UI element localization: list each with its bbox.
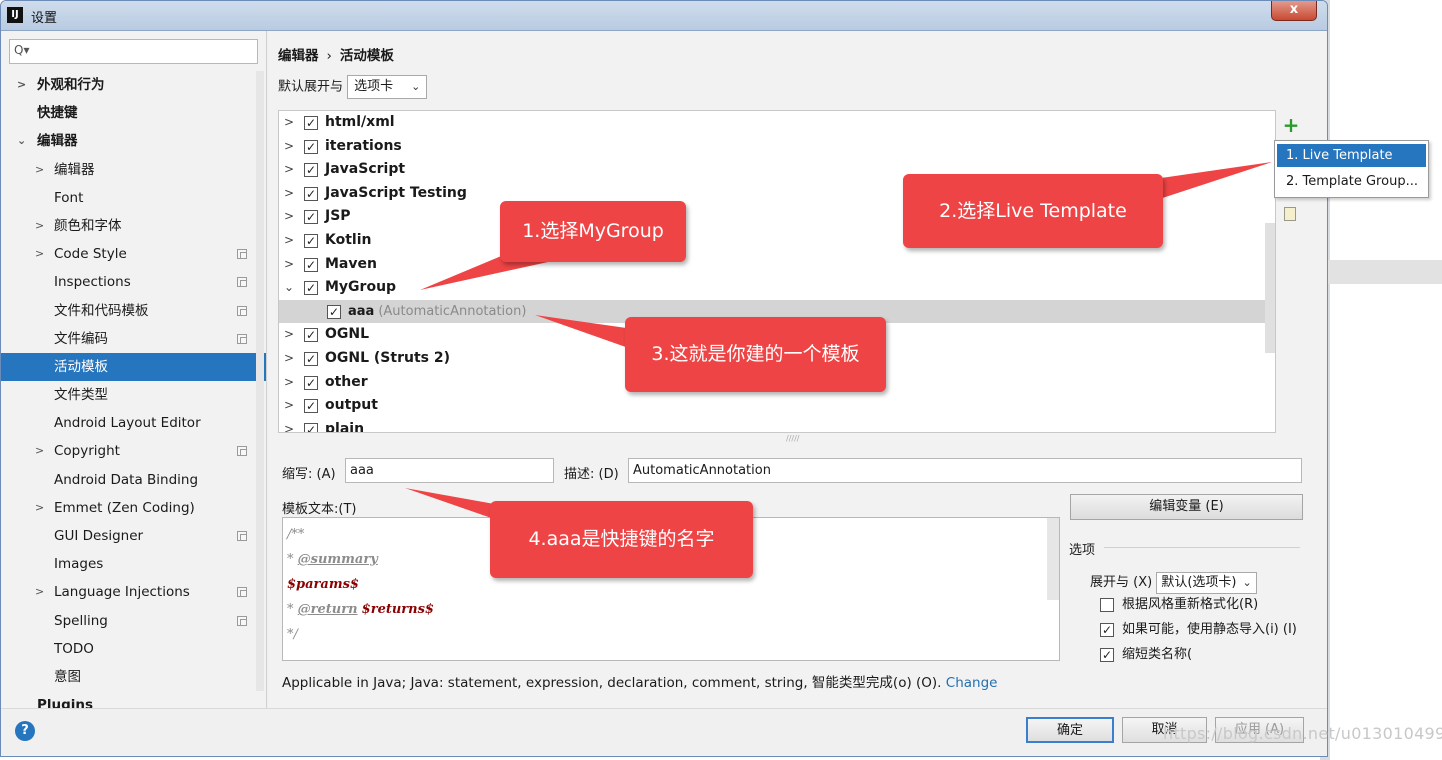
callout-select-live-template: 2.选择Live Template — [903, 174, 1163, 248]
callout-created-template: 3.这就是你建的一个模板 — [625, 317, 886, 392]
callout-abbreviation: 4.aaa是快捷键的名字 — [490, 501, 753, 578]
callout-select-mygroup: 1.选择MyGroup — [500, 201, 686, 262]
